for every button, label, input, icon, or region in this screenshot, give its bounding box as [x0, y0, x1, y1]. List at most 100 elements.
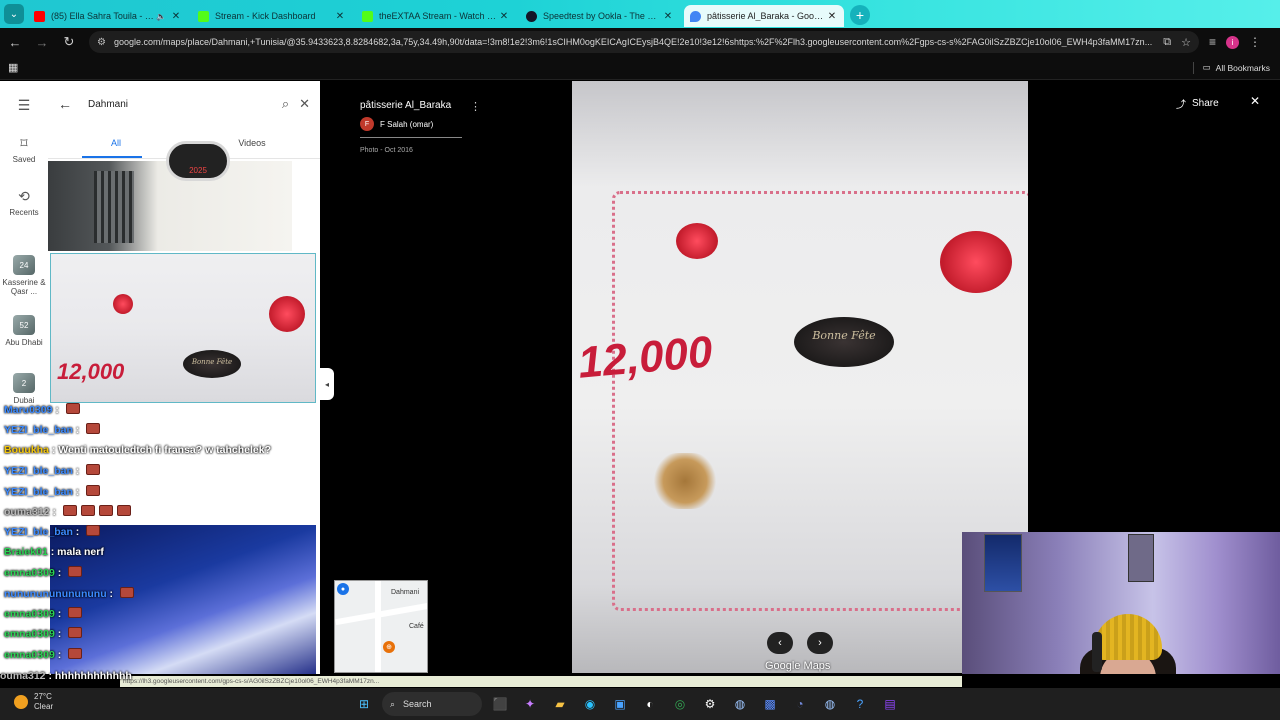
webcam-overlay — [962, 532, 1280, 674]
rose-decoration — [269, 296, 305, 332]
minimap[interactable]: Dahmani Café ● ⊕ — [334, 580, 428, 673]
obs-icon[interactable]: ◐ — [638, 692, 662, 716]
chat-username[interactable]: YEZI_ble_ban — [4, 526, 73, 538]
discord-icon[interactable]: ◔ — [788, 692, 812, 716]
map-road — [335, 602, 427, 626]
previous-photo-button[interactable]: ‹ — [767, 632, 793, 654]
tab-search-icon[interactable]: ⌄ — [4, 4, 24, 24]
place-thumbnail: 52 — [13, 315, 35, 335]
back-arrow-icon[interactable]: ← — [58, 96, 82, 112]
weather-widget[interactable]: 27°C Clear — [14, 692, 53, 712]
settings-icon[interactable]: ⚙ — [698, 692, 722, 716]
chat-username[interactable]: emna0309 — [4, 628, 55, 640]
browser-tab[interactable]: (85) Ella Sahra Touila - You 🔈 ✕ — [28, 5, 188, 27]
collapse-panel-button[interactable]: ◂ — [320, 368, 334, 400]
history-icon: ⟲ — [18, 188, 30, 204]
menu-button[interactable]: ☰ — [0, 97, 48, 117]
recent-place-label: Kasserine & Qasr ... — [2, 278, 46, 296]
tab-all[interactable]: All — [48, 127, 184, 158]
reload-icon[interactable]: ↻ — [57, 30, 81, 54]
close-tab-icon[interactable]: ✕ — [826, 11, 838, 22]
url-text[interactable]: google.com/maps/place/Dahmani,+Tunisia/@… — [114, 37, 1153, 47]
photo-author[interactable]: F F Salah (omar) — [360, 117, 480, 131]
chat-message: emna0309 : — [4, 647, 83, 661]
chat-username[interactable]: YEZI_ble_ban — [4, 486, 73, 498]
recents-button[interactable]: ⟲ Recents — [0, 188, 48, 217]
headset — [1092, 632, 1102, 672]
back-icon[interactable]: ← — [3, 30, 27, 54]
chat-username[interactable]: YEZI_ble_ban — [4, 424, 73, 436]
mute-icon[interactable]: 🔈 — [156, 12, 166, 21]
app-icon[interactable]: ▩ — [758, 692, 782, 716]
browser-tab[interactable]: Speedtest by Ookla - The Glob ✕ — [520, 5, 680, 27]
close-icon[interactable]: ✕ — [299, 96, 310, 112]
install-app-icon[interactable]: ⧉ — [1163, 36, 1171, 49]
twitch-icon[interactable]: ▤ — [878, 692, 902, 716]
apps-grid-icon[interactable]: ▦ — [8, 61, 18, 74]
main-photo[interactable]: Bonne Fête 12,000 — [572, 81, 1028, 673]
chrome-icon[interactable]: ◎ — [668, 692, 692, 716]
forward-icon[interactable]: → — [30, 30, 54, 54]
media-control-icon[interactable]: ≡ — [1209, 35, 1216, 49]
chat-username[interactable]: Bouukha — [4, 444, 49, 456]
saved-button[interactable]: ⌑ Saved — [0, 135, 48, 164]
browser-tab[interactable]: theEXTAA Stream - Watch Live ✕ — [356, 5, 516, 27]
new-tab-button[interactable]: + — [850, 5, 870, 25]
menu-icon[interactable]: ⋮ — [1249, 35, 1261, 49]
chat-username[interactable]: nunununununununu — [4, 588, 107, 600]
browser-tab-strip: ⌄ (85) Ella Sahra Touila - You 🔈 ✕ Strea… — [0, 0, 1280, 28]
chat-message: YEZI_ble_ban : — [4, 525, 101, 538]
browser-tab-active[interactable]: pâtisserie Al_Baraka - Google M ✕ — [684, 5, 844, 27]
windows-start-icon[interactable]: ⊞ — [352, 692, 376, 716]
edge-icon[interactable]: ◉ — [578, 692, 602, 716]
help-icon[interactable]: ? — [848, 692, 872, 716]
widgets-icon[interactable]: ⬛ — [488, 692, 512, 716]
chat-username[interactable]: emna0309 — [4, 608, 55, 620]
rose-decoration — [676, 223, 718, 259]
recent-place[interactable]: 52 Abu Dhabi — [0, 315, 48, 347]
chat-username[interactable]: emna0309 — [4, 567, 55, 579]
chat-username[interactable]: ouma312 — [4, 506, 50, 518]
photo-info: pâtisserie Al_Baraka F F Salah (omar) Ph… — [360, 100, 480, 154]
store-icon[interactable]: ▣ — [608, 692, 632, 716]
chat-emote-icon — [62, 505, 77, 516]
steam-icon[interactable]: ◍ — [728, 692, 752, 716]
next-photo-button[interactable]: › — [807, 632, 833, 654]
steam-icon[interactable]: ◍ — [818, 692, 842, 716]
cake-plaque: Bonne Fête — [183, 350, 241, 378]
search-icon[interactable]: ⌕ — [282, 96, 289, 112]
chat-emote-icon — [68, 647, 83, 659]
place-title[interactable]: pâtisserie Al_Baraka — [360, 100, 480, 111]
file-explorer-icon[interactable]: ▰ — [548, 692, 572, 716]
search-input[interactable]: Dahmani — [88, 99, 272, 110]
browser-tab[interactable]: Stream - Kick Dashboard ✕ — [192, 5, 352, 27]
photo-thumbnail[interactable]: 2025 — [48, 141, 292, 251]
kick-icon — [198, 10, 209, 22]
taskbar-search[interactable]: ⌕ Search — [382, 692, 482, 716]
site-info-icon[interactable]: ⚙ — [97, 37, 106, 48]
recent-place[interactable]: 24 Kasserine & Qasr ... — [0, 255, 48, 296]
close-tab-icon[interactable]: ✕ — [498, 11, 510, 22]
chat-username[interactable]: emna0309 — [4, 649, 55, 661]
chat-username[interactable]: Maru0309 — [4, 404, 52, 416]
chat-username[interactable]: Braiek01 — [4, 546, 48, 558]
copilot-icon[interactable]: ✦ — [518, 692, 542, 716]
chat-emote-icon — [68, 566, 83, 578]
chat-emote-icon — [98, 505, 113, 516]
close-tab-icon[interactable]: ✕ — [170, 11, 182, 22]
location-pin-icon: ● — [337, 583, 349, 595]
map-road — [375, 581, 381, 672]
weather-condition: Clear — [34, 702, 54, 711]
close-viewer-icon[interactable]: ✕ — [1250, 94, 1260, 108]
more-options-icon[interactable]: ⋮ — [470, 100, 481, 113]
chat-username[interactable]: YEZI_ble_ban — [4, 465, 73, 477]
close-tab-icon[interactable]: ✕ — [334, 11, 346, 22]
profile-avatar[interactable]: i — [1226, 35, 1240, 49]
bookmark-star-icon[interactable]: ☆ — [1181, 36, 1191, 49]
all-bookmarks-button[interactable]: ▭ All Bookmarks — [1203, 62, 1270, 73]
address-bar[interactable]: ⚙ google.com/maps/place/Dahmani,+Tunisia… — [89, 31, 1199, 53]
close-tab-icon[interactable]: ✕ — [662, 11, 674, 22]
photo-thumbnail-selected[interactable]: Bonne Fête 12,000 — [50, 253, 316, 403]
chat-emote-icon — [116, 505, 131, 516]
share-button[interactable]: ⤴ Share — [1176, 96, 1219, 111]
